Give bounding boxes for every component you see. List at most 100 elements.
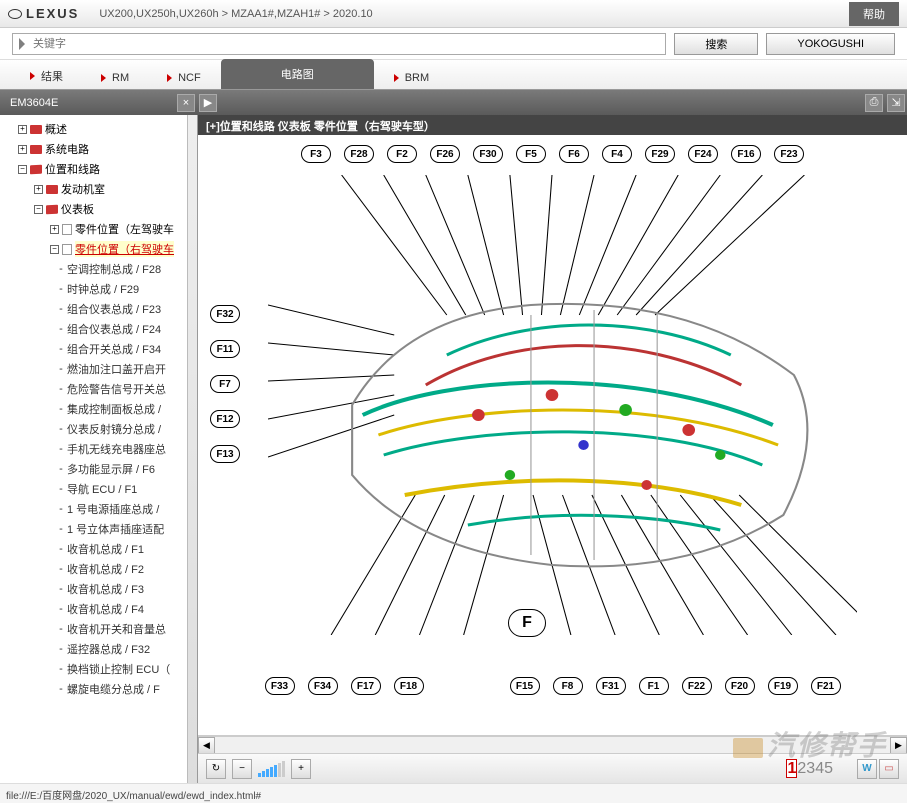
search-button[interactable]: 搜索 [674, 33, 758, 55]
toolbar: ↻ − + 12345 W ▭ [198, 753, 907, 783]
tree-leaf[interactable]: -组合仪表总成 / F24 [0, 319, 197, 339]
tree-node[interactable]: +发动机室 [0, 179, 197, 199]
connector-label: F31 [596, 677, 626, 695]
connector-label: F6 [559, 145, 589, 163]
connector-label-main: F [508, 609, 546, 637]
tree-node[interactable]: +零件位置（左驾驶车 [0, 219, 197, 239]
collapse-icon[interactable]: − [18, 165, 27, 174]
tab-result[interactable]: 结果 [12, 63, 81, 89]
tab-circuit[interactable]: 电路图 [221, 59, 374, 89]
page-number[interactable]: 3 [806, 760, 815, 777]
collapse-icon[interactable]: − [50, 245, 59, 254]
harness-illustration [268, 175, 857, 635]
connector-label: F2 [387, 145, 417, 163]
w-button[interactable]: W [857, 759, 877, 779]
help-button[interactable]: 帮助 [849, 2, 899, 26]
tree-node[interactable]: −位置和线路 [0, 159, 197, 179]
triangle-icon [394, 74, 399, 82]
tree-leaf[interactable]: -手机无线充电器座总 [0, 439, 197, 459]
play-button[interactable]: ▶ [199, 94, 217, 112]
tree-leaf[interactable]: -换档锁止控制 ECU（ [0, 659, 197, 679]
h-scrollbar[interactable]: ◀ ▶ [198, 736, 907, 753]
page-number[interactable]: 1 [786, 759, 797, 778]
connector-label: F16 [731, 145, 761, 163]
expand-icon[interactable]: + [18, 145, 27, 154]
connector-label: F13 [210, 445, 240, 463]
tab-rm[interactable]: RM [83, 67, 147, 89]
collapse-icon[interactable]: − [34, 205, 43, 214]
tree-leaf[interactable]: -1 号电源插座总成 / [0, 499, 197, 519]
tree-leaf[interactable]: -集成控制面板总成 / [0, 399, 197, 419]
expand-icon[interactable]: + [18, 125, 27, 134]
refresh-button[interactable]: ↻ [206, 759, 226, 779]
connector-label: F19 [768, 677, 798, 695]
tree-node[interactable]: +系统电路 [0, 139, 197, 159]
connector-label: F29 [645, 145, 675, 163]
tree-leaf[interactable]: -燃油加注口盖开启开 [0, 359, 197, 379]
breadcrumb: UX200,UX250h,UX260h > MZAA1#,MZAH1# > 20… [99, 8, 849, 20]
connector-label: F7 [210, 375, 240, 393]
tree-leaf[interactable]: -仪表反射镜分总成 / [0, 419, 197, 439]
tree-leaf[interactable]: -螺旋电缆分总成 / F [0, 679, 197, 699]
tree-leaf[interactable]: -时钟总成 / F29 [0, 279, 197, 299]
connector-label: F20 [725, 677, 755, 695]
connector-label: F28 [344, 145, 374, 163]
connector-label: F17 [351, 677, 381, 695]
tree-leaf[interactable]: -多功能显示屏 / F6 [0, 459, 197, 479]
tab-brm[interactable]: BRM [376, 67, 447, 89]
zoom-in-button[interactable]: + [291, 759, 311, 779]
connector-label: F8 [553, 677, 583, 695]
tree-node[interactable]: +概述 [0, 119, 197, 139]
close-tree-button[interactable]: × [177, 94, 195, 112]
tree-node[interactable]: −仪表板 [0, 199, 197, 219]
book-icon [30, 145, 42, 154]
page-number[interactable]: 2 [797, 760, 806, 777]
connector-label: F4 [602, 145, 632, 163]
nav-tree[interactable]: +概述 +系统电路 −位置和线路 +发动机室 −仪表板 +零件位置（左驾驶车 −… [0, 115, 198, 783]
print-button[interactable]: ⎙ [865, 94, 883, 112]
expand-icon[interactable]: + [50, 225, 59, 234]
content-title: [+]位置和线路 仪表板 零件位置（右驾驶车型） [198, 115, 907, 135]
doc-icon [62, 224, 72, 235]
export-button[interactable]: ⇲ [887, 94, 905, 112]
tree-leaf[interactable]: -空调控制总成 / F28 [0, 259, 197, 279]
status-bar: file:///E:/百度网盘/2020_UX/manual/ewd/ewd_i… [0, 783, 907, 803]
book-icon [30, 125, 42, 134]
tree-leaf[interactable]: -收音机总成 / F2 [0, 559, 197, 579]
connector-label: F30 [473, 145, 503, 163]
connector-label: F34 [308, 677, 338, 695]
tree-leaf[interactable]: -危险警告信号开关总 [0, 379, 197, 399]
tree-leaf[interactable]: -导航 ECU / F1 [0, 479, 197, 499]
presentation-button[interactable]: ▭ [879, 759, 899, 779]
book-open-icon [46, 204, 58, 214]
scroll-left-button[interactable]: ◀ [198, 737, 215, 754]
page-number[interactable]: 4 [815, 760, 824, 777]
tree-leaf[interactable]: -1 号立体声插座适配 [0, 519, 197, 539]
yokogushi-button[interactable]: YOKOGUSHI [766, 33, 895, 55]
pager: 12345 W ▭ [786, 759, 899, 779]
doc-icon [62, 244, 72, 255]
tree-leaf[interactable]: -收音机总成 / F3 [0, 579, 197, 599]
tree-leaf[interactable]: -组合仪表总成 / F23 [0, 299, 197, 319]
zoom-level-icon[interactable] [258, 761, 285, 777]
triangle-icon [101, 74, 106, 82]
tree-leaf[interactable]: -收音机开关和音量总 [0, 619, 197, 639]
scroll-right-button[interactable]: ▶ [890, 737, 907, 754]
book-open-icon [30, 164, 42, 174]
zoom-out-button[interactable]: − [232, 759, 252, 779]
tree-node-selected[interactable]: −零件位置（右驾驶车 [0, 239, 197, 259]
tree-leaf[interactable]: -收音机总成 / F4 [0, 599, 197, 619]
connector-label: F24 [688, 145, 718, 163]
connector-label: F12 [210, 410, 240, 428]
tree-leaf[interactable]: -遥控器总成 / F32 [0, 639, 197, 659]
tree-leaf[interactable]: -组合开关总成 / F34 [0, 339, 197, 359]
tab-ncf[interactable]: NCF [149, 67, 219, 89]
page-number[interactable]: 5 [824, 760, 833, 777]
connector-label: F3 [301, 145, 331, 163]
tree-leaf[interactable]: -收音机总成 / F1 [0, 539, 197, 559]
expand-icon[interactable]: + [34, 185, 43, 194]
document-bar: EM3604E × ▶ ⎙ ⇲ [0, 90, 907, 115]
wiring-diagram[interactable]: F3F28F2F26F30F5F6F4F29F24F16F23 F32F11F7… [198, 135, 907, 736]
connector-label: F33 [265, 677, 295, 695]
search-input[interactable] [12, 33, 666, 55]
